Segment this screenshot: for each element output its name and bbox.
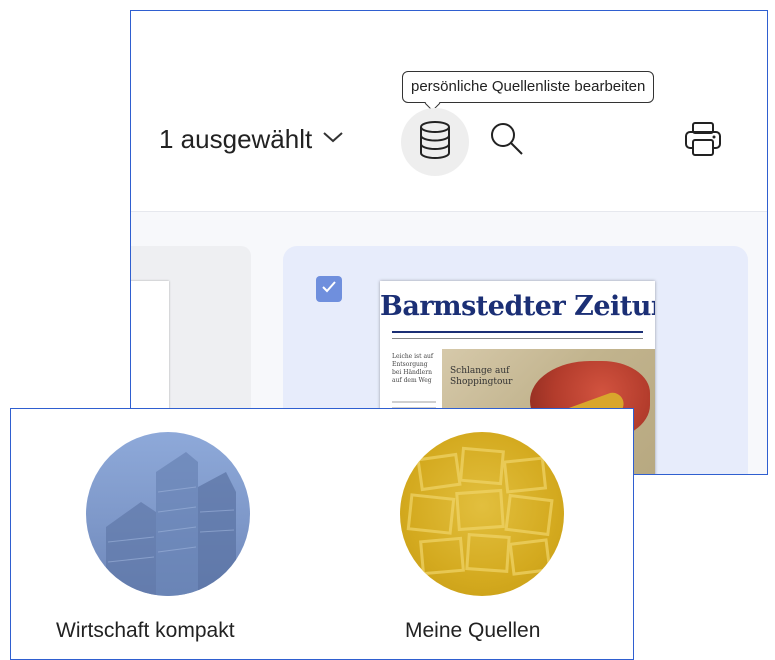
bookshelf-image (400, 432, 564, 596)
text-line (392, 401, 436, 403)
selection-label: 1 ausgewählt (159, 123, 313, 154)
masthead-rule (392, 331, 643, 333)
tooltip: persönliche Quellenliste bearbeiten (402, 71, 655, 103)
newspaper-headline: Schlange auf Shoppingtour (450, 366, 513, 387)
search-icon (489, 121, 525, 162)
checkmark-icon (321, 280, 337, 299)
collections-panel: Wirtschaft kompakt Meine Quellen (10, 408, 634, 660)
database-icon (418, 120, 452, 164)
tile-label: Wirtschaft kompakt (56, 619, 235, 642)
newspaper-title: Barmstedter Zeitung (380, 291, 655, 322)
skyscrapers-image (86, 432, 250, 596)
chevron-down-icon (322, 130, 344, 149)
select-checkbox[interactable] (316, 276, 342, 302)
search-results-panel: persönliche Quellenliste bearbeiten 1 au… (130, 10, 768, 475)
tile-label: Meine Quellen (405, 619, 541, 642)
tile-meine-quellen[interactable]: Meine Quellen (321, 409, 633, 659)
print-icon (684, 121, 722, 162)
print-button[interactable] (679, 117, 727, 165)
newspaper-side-text: Leiche ist auf Entsorgung bei Händlern a… (392, 353, 434, 384)
tile-wirtschaft-kompakt[interactable]: Wirtschaft kompakt (11, 409, 321, 659)
selection-dropdown[interactable]: 1 ausgewählt (159, 119, 344, 159)
masthead-rule (392, 338, 643, 339)
search-button[interactable] (483, 117, 531, 165)
toolbar: persönliche Quellenliste bearbeiten 1 au… (131, 11, 767, 211)
edit-source-list-button[interactable] (401, 108, 469, 176)
